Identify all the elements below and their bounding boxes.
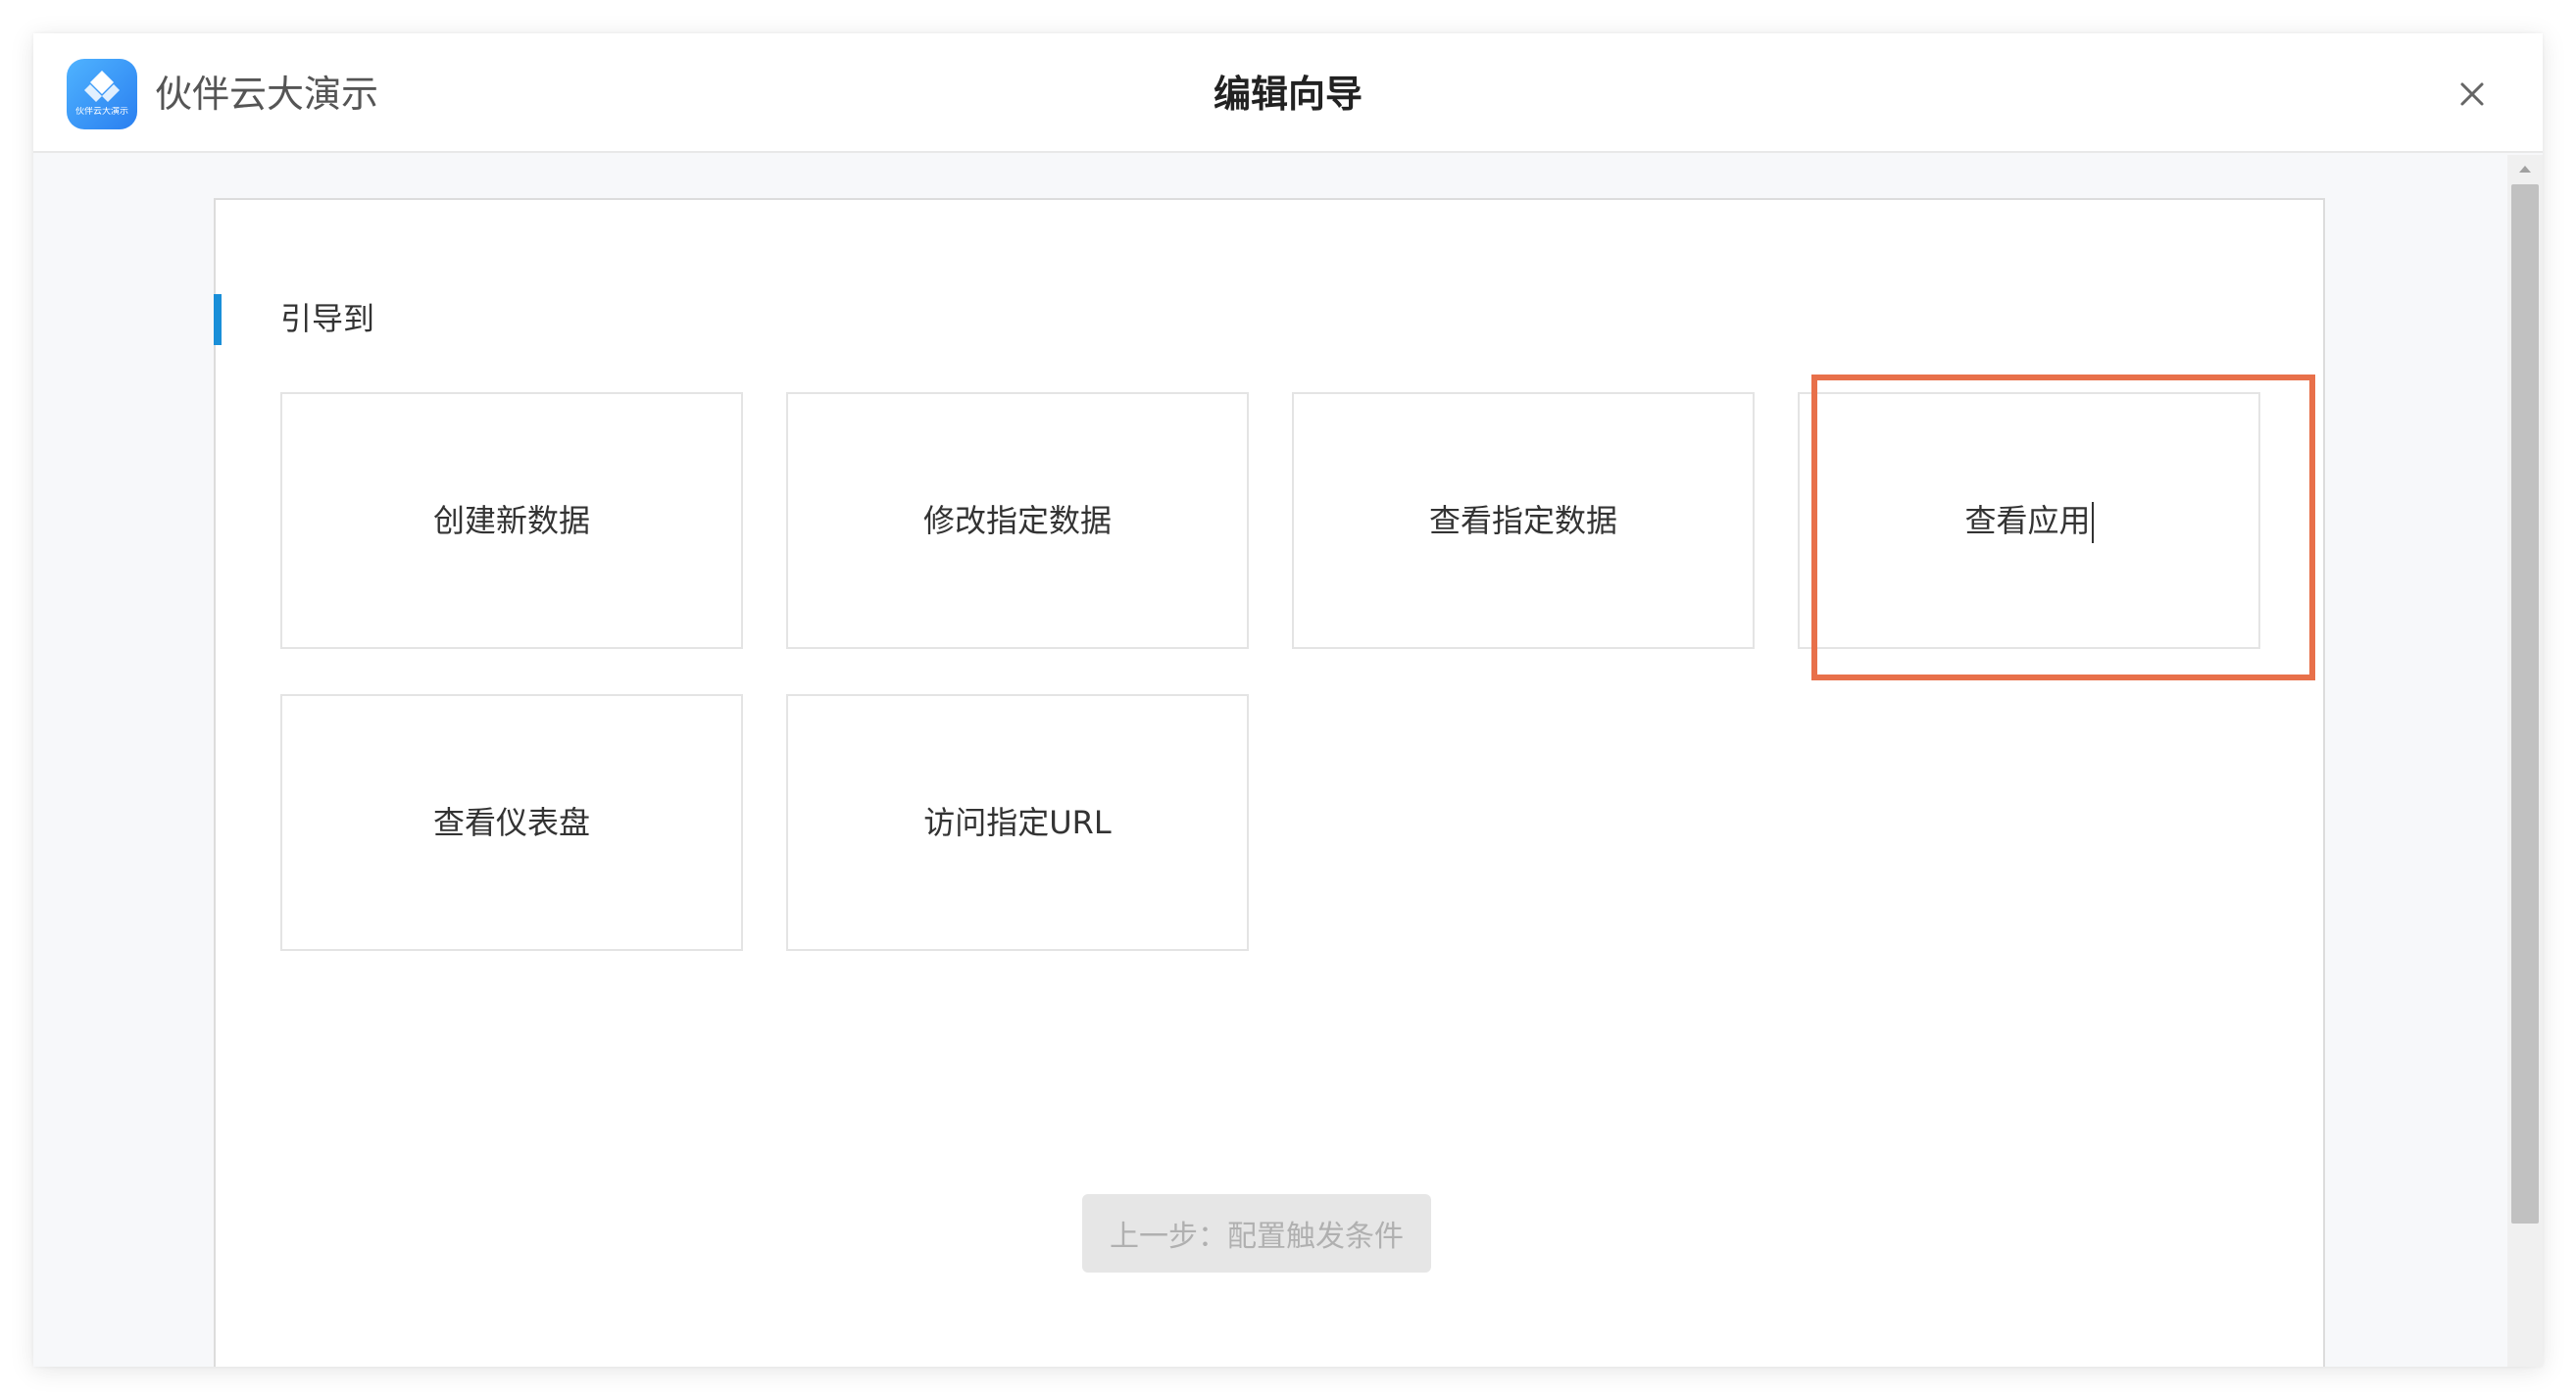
section-title: 引导到 (280, 300, 375, 337)
option-label: 查看仪表盘 (432, 804, 590, 841)
dialog-title: 编辑向导 (1213, 73, 1362, 116)
option-label: 查看指定数据 (1428, 502, 1617, 539)
option-label: 创建新数据 (432, 502, 590, 539)
option-view-app[interactable]: 查看应用 (1798, 392, 2260, 649)
text-caret (2091, 501, 2094, 543)
close-icon (2460, 82, 2484, 106)
vertical-scrollbar[interactable] (2507, 155, 2543, 1367)
option-visit-url[interactable]: 访问指定URL (786, 694, 1249, 951)
prev-step-label: 上一步：配置触发条件 (1110, 1220, 1404, 1254)
dialog-header: 伙伴云大演示 伙伴云大演示 编辑向导 (33, 33, 2543, 153)
option-create-new-data[interactable]: 创建新数据 (280, 392, 743, 649)
wizard-panel: 引导到 创建新数据 修改指定数据 查看指定数据 查看应用 查看仪表盘 访问指定U… (214, 198, 2325, 1367)
option-view-data[interactable]: 查看指定数据 (1292, 392, 1755, 649)
option-modify-data[interactable]: 修改指定数据 (786, 392, 1249, 649)
section-accent-bar (214, 294, 222, 345)
scroll-up-arrow[interactable] (2507, 159, 2543, 178)
option-label: 修改指定数据 (922, 502, 1112, 539)
prev-step-button[interactable]: 上一步：配置触发条件 (1082, 1194, 1431, 1273)
dialog-body: 引导到 创建新数据 修改指定数据 查看指定数据 查看应用 查看仪表盘 访问指定U… (33, 155, 2543, 1367)
close-button[interactable] (2452, 75, 2492, 114)
option-label: 查看应用 (1964, 499, 2094, 543)
edit-wizard-dialog: 伙伴云大演示 伙伴云大演示 编辑向导 引导到 创建新数据 修改指定数据 查看指定… (33, 33, 2543, 1367)
triangle-up-icon (2519, 166, 2531, 173)
option-label: 访问指定URL (923, 804, 1112, 841)
option-view-dashboard[interactable]: 查看仪表盘 (280, 694, 743, 951)
scrollbar-thumb[interactable] (2511, 184, 2539, 1224)
